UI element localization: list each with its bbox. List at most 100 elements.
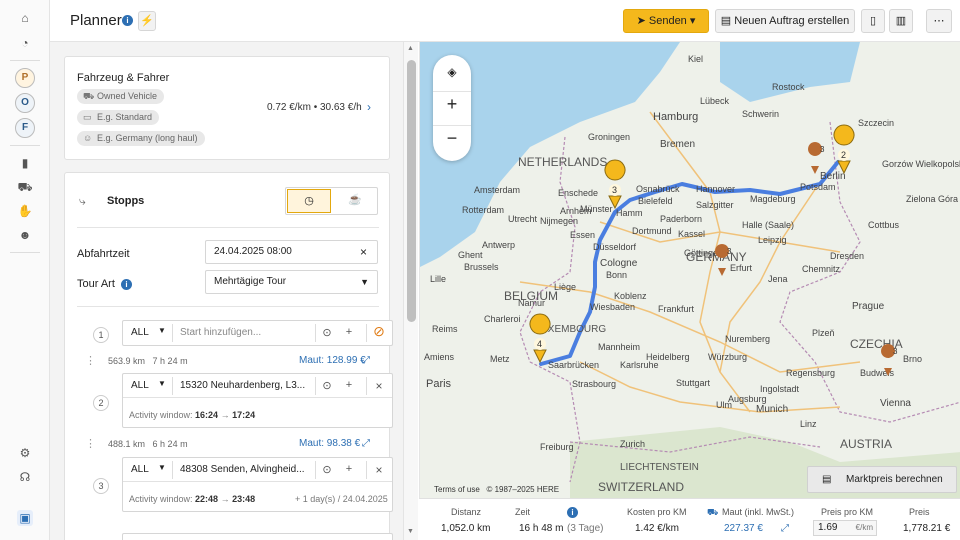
- pin-icon[interactable]: ⊙: [321, 463, 333, 476]
- terms-link[interactable]: Terms of use: [434, 485, 480, 494]
- avatar-f[interactable]: F: [15, 118, 35, 138]
- map-label: Freiburg: [540, 442, 574, 452]
- map-label: Stuttgart: [676, 378, 711, 388]
- plus-icon[interactable]: +: [343, 326, 355, 338]
- scroll-down-icon[interactable]: ▼: [407, 528, 414, 535]
- map-label: Chemnitz: [802, 264, 841, 274]
- expand-icon[interactable]: ⤢: [362, 355, 370, 366]
- vehicle-chip: ⛟ Owned Vehicle: [77, 89, 165, 104]
- route-map[interactable]: Hamburg Bremen Berlin Szczecin NETHERLAN…: [419, 42, 960, 498]
- scroll-up-icon[interactable]: ▲: [407, 45, 414, 52]
- clear-icon[interactable]: ×: [360, 241, 367, 263]
- send-button[interactable]: ➤ Senden ▾: [623, 9, 709, 33]
- stop-address[interactable]: 15320 Neuhardenberg, L3...: [180, 380, 305, 391]
- map-attribution: Terms of use © 1987–2025 HERE: [434, 485, 559, 494]
- vehicle-card[interactable]: Fahrzeug & Fahrer ⛟ Owned Vehicle ▭ E.g. S…: [64, 56, 390, 160]
- toll-icon: ⛟: [707, 507, 719, 517]
- stop-start-input[interactable]: Start hinzufügen...: [180, 327, 261, 338]
- break-toggle[interactable]: ☕: [333, 189, 377, 213]
- separator: [366, 461, 367, 479]
- route-icon: ⤷: [79, 194, 86, 208]
- bookmark-icon[interactable]: ▮: [17, 155, 33, 171]
- scroll-thumb[interactable]: [407, 60, 416, 322]
- clock-toggle[interactable]: ◷: [287, 189, 331, 213]
- separator: [366, 377, 367, 395]
- info-icon[interactable]: i: [567, 507, 578, 518]
- map-marker[interactable]: 3: [808, 142, 825, 174]
- gear-icon[interactable]: ⚙: [17, 445, 33, 461]
- activity-label: Activity window:: [129, 494, 193, 504]
- person-icon: ☺: [83, 133, 93, 143]
- map-label: Enschede: [558, 188, 598, 198]
- more-button[interactable]: ⋯: [926, 9, 952, 33]
- handshake-icon[interactable]: ✋: [17, 203, 33, 219]
- map-label: Bielefeld: [638, 196, 673, 206]
- users-icon[interactable]: ☻: [17, 227, 33, 243]
- expand-icon[interactable]: ⤢: [362, 438, 370, 449]
- map-marker[interactable]: 4: [529, 313, 551, 364]
- map-label: Paris: [426, 378, 452, 390]
- price-km-input[interactable]: 1.69 €/km: [813, 520, 877, 536]
- pie-chart-icon[interactable]: ◔: [17, 35, 33, 51]
- truck-icon[interactable]: ⛟: [17, 179, 33, 195]
- left-rail: ⌂ ◔ P O F ▮ ⛟ ✋ ☻ ⚙ ☊ ▣: [0, 0, 50, 540]
- stop-row: ALL ▼ 15320 Neuhardenberg, L3... ⊙ + × A…: [122, 373, 393, 428]
- stop-filter[interactable]: ALL: [131, 464, 149, 475]
- activity-window: Activity window: 16:24 → 17:24: [129, 410, 255, 420]
- plus-icon[interactable]: +: [343, 463, 355, 475]
- separator: [172, 324, 173, 342]
- map-marker[interactable]: 3: [604, 159, 626, 210]
- expand-icon[interactable]: ⤢: [781, 523, 789, 534]
- map-label: Saarbrücken: [548, 360, 599, 370]
- activity-to: 17:24: [232, 410, 256, 420]
- panel-scrollbar[interactable]: ▲ ▼: [403, 42, 418, 540]
- caret-down-icon: ▼: [158, 326, 166, 335]
- marker-label: 3: [727, 247, 732, 256]
- zoom-in-button[interactable]: +: [433, 91, 471, 115]
- blocked-icon[interactable]: ⊘: [373, 323, 385, 340]
- avatar-p[interactable]: P: [15, 68, 35, 88]
- drag-icon: ⋮: [85, 355, 96, 367]
- map-label: Kassel: [678, 229, 705, 239]
- market-price-button[interactable]: ▤ Marktpreis berechnen: [807, 466, 957, 493]
- map-label: Koblenz: [614, 291, 647, 301]
- stop-row: [122, 533, 393, 540]
- arrow-right-icon: →: [220, 410, 230, 420]
- driver-chip: ☺ E.g. Germany (long haul): [77, 131, 205, 146]
- tour-type-select[interactable]: Mehrtägige Tour ▼: [205, 270, 378, 294]
- maut-value[interactable]: 227.37 €: [724, 523, 763, 534]
- departure-field[interactable]: 24.04.2025 08:00 ×: [205, 240, 378, 264]
- remove-icon[interactable]: ×: [373, 463, 385, 477]
- remove-icon[interactable]: ×: [373, 379, 385, 393]
- map-label: Zielona Góra: [906, 194, 958, 204]
- pin-icon[interactable]: ⊙: [321, 326, 333, 339]
- pdf-button[interactable]: ▯: [861, 9, 885, 33]
- stop-filter[interactable]: ALL: [131, 327, 149, 338]
- pin-icon[interactable]: ⊙: [321, 379, 333, 392]
- map-label: Frankfurt: [658, 304, 695, 314]
- send-icon: ➤: [636, 15, 646, 27]
- stop-filter[interactable]: ALL: [131, 380, 149, 391]
- zoom-out-button[interactable]: −: [433, 125, 471, 149]
- leg-maut[interactable]: Maut: 98.38 €: [299, 438, 360, 449]
- plus-icon[interactable]: +: [343, 379, 355, 391]
- info-icon[interactable]: i: [122, 15, 133, 26]
- price-label: Preis: [909, 507, 930, 517]
- panel-toggle-icon[interactable]: ▣: [17, 510, 33, 526]
- chart-button[interactable]: ▥: [889, 9, 913, 33]
- layers-icon[interactable]: ◈: [433, 65, 471, 79]
- stop-address[interactable]: 48308 Senden, Alvingheid...: [180, 464, 305, 475]
- lightning-button[interactable]: ⚡: [138, 11, 156, 31]
- map-label: NETHERLANDS: [518, 155, 607, 169]
- left-panel: Fahrzeug & Fahrer ⛟ Owned Vehicle ▭ E.g. S…: [50, 42, 403, 540]
- map-label: Liège: [554, 282, 576, 292]
- home-icon[interactable]: ⌂: [17, 10, 33, 26]
- map-label: LIECHTENSTEIN: [620, 462, 699, 473]
- chevron-right-icon[interactable]: ›: [367, 100, 371, 114]
- leg-maut[interactable]: Maut: 128.99 €: [299, 355, 366, 366]
- support-icon[interactable]: ☊: [17, 469, 33, 485]
- distance-label: Distanz: [451, 507, 482, 517]
- info-icon[interactable]: i: [121, 279, 132, 290]
- avatar-o[interactable]: O: [15, 93, 35, 113]
- new-order-button[interactable]: ▤ Neuen Auftrag erstellen: [715, 9, 855, 33]
